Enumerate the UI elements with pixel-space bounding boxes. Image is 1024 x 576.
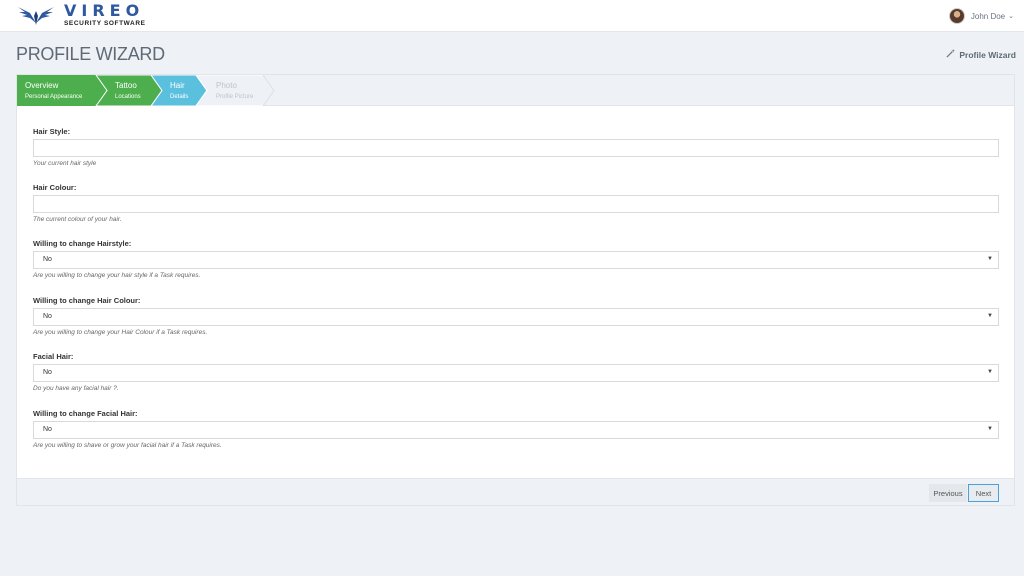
vireo-logo[interactable]: VIREO SECURITY SOFTWARE xyxy=(16,3,146,28)
step-hair[interactable]: Hair Details xyxy=(170,75,188,106)
step-subtitle: Personal Appearance xyxy=(25,94,83,100)
step-photo[interactable]: Photo Profile Picture xyxy=(216,75,253,106)
change-hairstyle-field: Willing to change Hairstyle: No ▼ Are yo… xyxy=(33,239,1000,279)
caret-down-icon: ▼ xyxy=(987,256,993,262)
select-value: No xyxy=(43,426,52,433)
wings-logo-icon xyxy=(18,7,54,26)
field-label: Willing to change Facial Hair: xyxy=(33,409,138,418)
chevron-down-icon: ⌄ xyxy=(1008,13,1014,20)
wizard-card: Overview Personal Appearance Tattoo Loca… xyxy=(16,74,1015,506)
caret-down-icon: ▼ xyxy=(987,369,993,375)
previous-button[interactable]: Previous xyxy=(929,484,967,502)
hair-style-input[interactable] xyxy=(33,139,999,157)
field-label: Willing to change Hair Colour: xyxy=(33,296,141,305)
step-subtitle: Locations xyxy=(115,94,141,100)
hair-style-field: Hair Style: Your current hair style xyxy=(33,127,1000,167)
change-hairstyle-select[interactable]: No ▼ xyxy=(33,251,999,269)
change-facial-hair-field: Willing to change Facial Hair: No ▼ Are … xyxy=(33,409,1000,449)
page-title: PROFILE WIZARD xyxy=(16,44,165,64)
field-help: Are you willing to change your hair styl… xyxy=(33,272,201,279)
step-subtitle: Details xyxy=(170,94,189,100)
wizard-footer: Previous Next xyxy=(17,478,1014,505)
step-overview[interactable]: Overview Personal Appearance xyxy=(25,75,82,106)
next-button[interactable]: Next xyxy=(968,484,999,502)
field-label: Willing to change Hairstyle: xyxy=(33,239,132,248)
change-facial-hair-select[interactable]: No ▼ xyxy=(33,421,999,439)
facial-hair-select[interactable]: No ▼ xyxy=(33,364,999,382)
caret-down-icon: ▼ xyxy=(987,426,993,432)
step-title: Tattoo xyxy=(115,81,137,90)
change-hair-colour-select[interactable]: No ▼ xyxy=(33,308,999,326)
facial-hair-field: Facial Hair: No ▼ Do you have any facial… xyxy=(33,352,1000,392)
field-label: Hair Colour: xyxy=(33,183,77,192)
field-label: Facial Hair: xyxy=(33,352,74,361)
user-menu[interactable]: John Doe ⌄ xyxy=(948,8,1014,24)
field-help: Do you have any facial hair ?. xyxy=(33,385,119,392)
step-subtitle: Profile Picture xyxy=(216,94,254,100)
select-value: No xyxy=(43,369,52,376)
hair-colour-field: Hair Colour: The current colour of your … xyxy=(33,183,1000,223)
logo-tagline: SECURITY SOFTWARE xyxy=(64,20,146,27)
field-help: Your current hair style xyxy=(33,160,97,167)
step-tattoo[interactable]: Tattoo Locations xyxy=(115,75,141,106)
user-name: John Doe xyxy=(970,11,1006,21)
magic-wand-icon xyxy=(946,49,956,60)
step-title: Hair xyxy=(170,81,185,90)
logo-wordmark: VIREO xyxy=(64,1,145,20)
field-label: Hair Style: xyxy=(33,127,71,136)
change-hair-colour-field: Willing to change Hair Colour: No ▼ Are … xyxy=(33,296,1000,336)
wizard-steps: Overview Personal Appearance Tattoo Loca… xyxy=(17,75,1014,106)
top-navbar: VIREO SECURITY SOFTWARE John Doe ⌄ xyxy=(0,0,1024,32)
field-help: The current colour of your hair. xyxy=(33,216,122,223)
field-help: Are you willing to shave or grow your fa… xyxy=(33,442,222,449)
select-value: No xyxy=(43,256,52,263)
breadcrumb-label: Profile Wizard xyxy=(959,49,1016,60)
hair-colour-input[interactable] xyxy=(33,195,999,213)
field-help: Are you willing to change your Hair Colo… xyxy=(33,329,208,336)
avatar xyxy=(948,8,965,24)
breadcrumb[interactable]: Profile Wizard xyxy=(946,49,1016,60)
step-title: Photo xyxy=(216,81,237,90)
step-title: Overview xyxy=(25,81,59,90)
select-value: No xyxy=(43,313,52,320)
caret-down-icon: ▼ xyxy=(987,313,993,319)
